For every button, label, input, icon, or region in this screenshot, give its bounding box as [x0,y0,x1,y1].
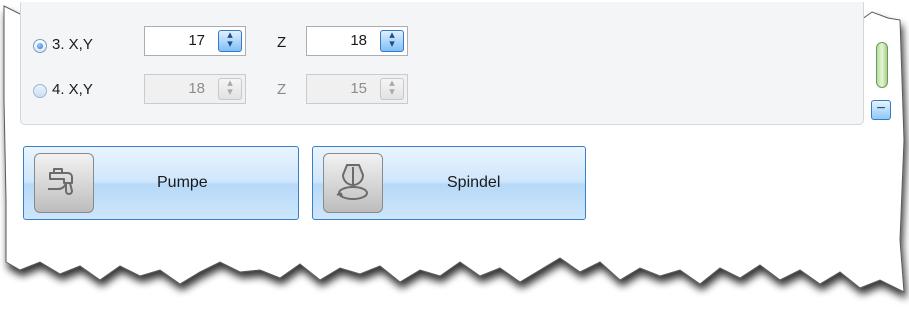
xy-spinbox-point-4[interactable]: 18 ▴ ▾ [144,74,246,104]
xy-value-point-3: 17 [188,32,205,49]
pump-button[interactable]: Pumpe [23,146,299,220]
z-spin-updown-icon-point-3[interactable]: ▴ ▾ [380,30,404,52]
vertical-scrollbar[interactable]: − [867,30,895,120]
z-spin-updown-icon-point-4[interactable]: ▴ ▾ [380,78,404,100]
radio-point-4-label: 4. X,Y [52,81,93,98]
scrollbar-thumb[interactable] [876,42,888,88]
radio-point-3-label: 3. X,Y [52,36,93,53]
spindle-button[interactable]: Spindel [312,146,586,220]
xy-spin-updown-icon-point-4[interactable]: ▴ ▾ [218,78,242,100]
z-spinbox-point-3[interactable]: 18 ▴ ▾ [306,26,408,56]
coordinates-group [20,2,864,125]
spindle-icon [323,153,383,213]
pump-button-label: Pumpe [157,174,208,191]
radio-point-3[interactable] [33,39,47,53]
z-value-point-3: 18 [350,32,367,49]
xy-spin-updown-icon-point-3[interactable]: ▴ ▾ [218,30,242,52]
z-value-point-4: 15 [350,80,367,97]
xy-spinbox-point-3[interactable]: 17 ▴ ▾ [144,26,246,56]
faucet-icon [34,153,94,213]
scroll-decrease-button[interactable]: − [871,100,891,120]
spindle-button-label: Spindel [447,174,501,191]
radio-point-4[interactable] [33,84,47,98]
z-spinbox-point-4[interactable]: 15 ▴ ▾ [306,74,408,104]
z-label-point-3: Z [277,34,287,51]
xy-value-point-4: 18 [188,80,205,97]
z-label-point-4: Z [277,81,287,98]
